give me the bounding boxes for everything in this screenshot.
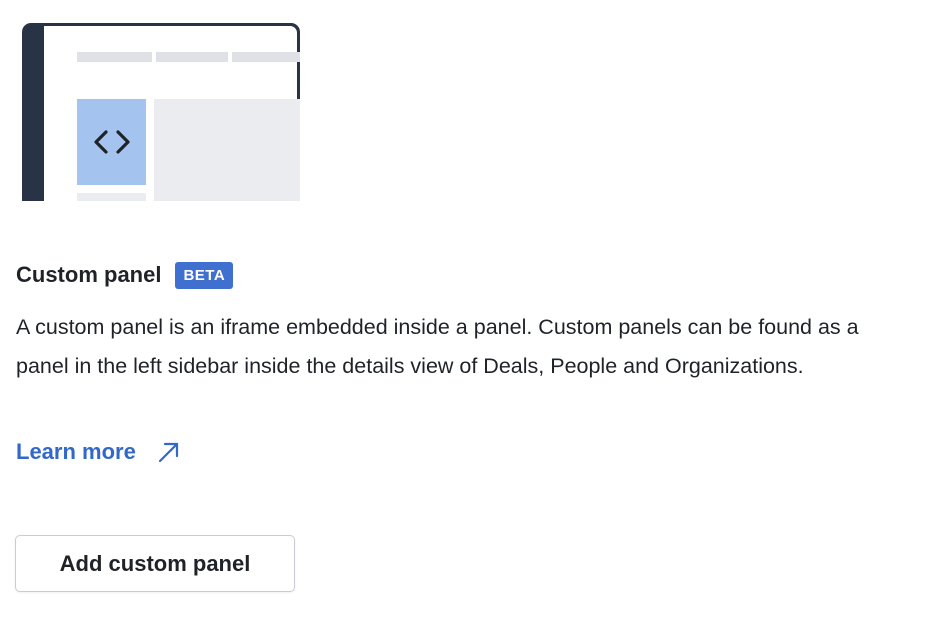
illustration-tab-bar	[156, 52, 228, 62]
custom-panel-card: Custom panel BETA A custom panel is an i…	[0, 0, 926, 620]
code-brackets-icon	[93, 130, 130, 154]
illustration-custom-panel-block	[77, 99, 146, 185]
add-custom-panel-button[interactable]: Add custom panel	[15, 535, 295, 592]
illustration-tab-bar	[77, 52, 152, 62]
illustration-main-content	[154, 99, 300, 201]
custom-panel-illustration	[22, 23, 300, 201]
learn-more-label: Learn more	[16, 439, 136, 464]
illustration-sidebar-block	[77, 193, 146, 201]
illustration-tab-bar	[232, 52, 300, 62]
learn-more-link[interactable]: Learn more	[16, 436, 182, 468]
title-row: Custom panel BETA	[16, 260, 234, 290]
panel-description: A custom panel is an iframe embedded ins…	[16, 315, 859, 378]
external-link-arrow-icon	[156, 439, 182, 465]
beta-badge: BETA	[175, 261, 234, 289]
panel-title: Custom panel	[16, 262, 162, 287]
